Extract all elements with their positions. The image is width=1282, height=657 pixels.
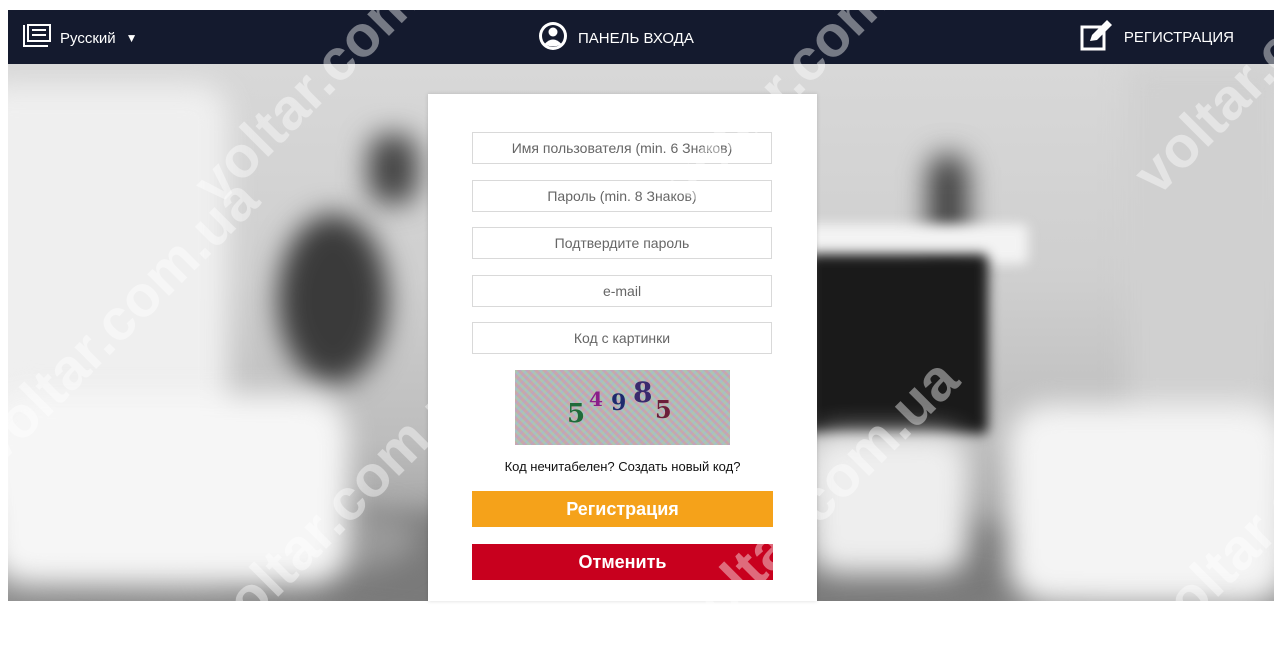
language-selector[interactable]: Русский ▼ (22, 22, 138, 54)
email-input[interactable] (472, 275, 772, 307)
cancel-button[interactable]: Отменить (472, 544, 773, 580)
captcha-digit: 5 (655, 395, 672, 424)
header-bar: Русский ▼ ПАНЕЛЬ ВХОДА РЕГИСТРАЦИЯ (8, 10, 1274, 64)
register-button[interactable]: Регистрация (472, 491, 773, 527)
register-link[interactable]: РЕГИСТРАЦИЯ (1080, 19, 1234, 55)
chevron-down-icon: ▼ (125, 31, 138, 45)
captcha-digit: 4 (589, 387, 603, 411)
login-label: ПАНЕЛЬ ВХОДА (578, 29, 694, 47)
captcha-image: 54985 (515, 370, 730, 445)
captcha-refresh-link[interactable]: Код нечитабелен? Создать новый код? (428, 459, 817, 474)
captcha-input[interactable] (472, 322, 772, 354)
captcha-digit: 8 (633, 376, 652, 409)
captcha-digit: 9 (611, 390, 626, 416)
username-input[interactable] (472, 132, 772, 164)
login-panel-link[interactable]: ПАНЕЛЬ ВХОДА (538, 21, 694, 55)
confirm-password-input[interactable] (472, 227, 772, 259)
top-strip (0, 0, 1282, 10)
user-icon (538, 21, 568, 55)
language-label: Русский (60, 29, 116, 47)
captcha-digit: 5 (567, 399, 585, 429)
registration-form: 54985 Код нечитабелен? Создать новый код… (428, 94, 817, 601)
register-label: РЕГИСТРАЦИЯ (1123, 28, 1234, 46)
language-icon (22, 22, 52, 54)
edit-icon (1080, 19, 1114, 55)
password-input[interactable] (472, 180, 772, 212)
